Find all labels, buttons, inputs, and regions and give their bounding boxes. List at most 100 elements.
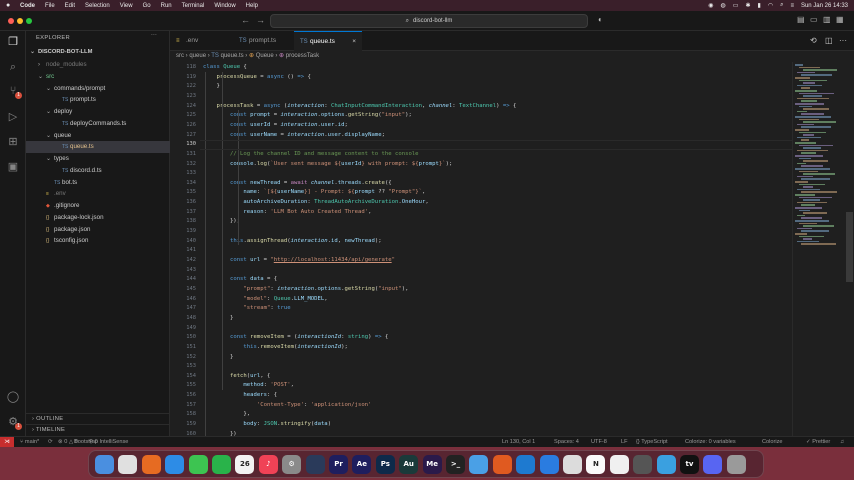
eol-status[interactable]: LF [621,437,628,447]
indentation-status[interactable]: Spaces: 4 [554,437,579,447]
split-editor-icon[interactable]: ◫ [825,36,833,45]
breadcrumb-item[interactable]: queue [189,53,206,59]
back-arrow-icon[interactable]: ← [241,15,250,25]
tab-queue-ts[interactable]: TS queue.ts × [294,31,362,51]
code-line[interactable]: body: JSON.stringify(data) [203,420,331,430]
tab-env[interactable]: ≡ .env [170,31,230,51]
tree-item-package-lock-json[interactable]: {} package-lock.json [26,212,170,224]
menu-view[interactable]: View [120,3,133,9]
search-icon[interactable]: ⌕ [780,2,783,9]
breadcrumb-item[interactable]: src [176,53,184,59]
davinci-icon[interactable] [305,455,325,474]
code-line[interactable]: method: 'POST', [203,381,294,391]
code-line[interactable]: processTask = async (interaction: ChatIn… [203,102,516,112]
workspace-root[interactable]: ⌄ DISCORD-BOT-LLM [26,47,170,59]
apple-menu-icon[interactable]: ● [6,2,14,9]
code-line[interactable]: } [203,353,233,363]
source-control-icon[interactable]: ⑂ 1 [5,83,22,99]
zoom-window-button[interactable] [26,18,32,24]
battery-icon[interactable]: ▮ [758,2,761,9]
photoshop-icon[interactable]: Ps [375,455,395,474]
close-tab-icon[interactable]: × [352,32,356,52]
code-line[interactable]: }, [203,410,250,420]
vscode-icon[interactable] [516,455,536,474]
textedit-icon[interactable] [609,455,629,474]
code-line[interactable]: processQueue = async () => { [203,73,310,83]
extension-status[interactable]: Bootstrap IntelliSense [74,437,128,447]
colorize-toggle[interactable]: Colorize [762,437,783,447]
sync-status[interactable]: ⟳ [48,437,53,447]
wechat-icon[interactable]: ◍ [721,2,726,9]
tree-item-src[interactable]: ⌄ src [26,71,170,83]
menu-help[interactable]: Help [246,3,258,9]
menu-window[interactable]: Window [214,3,235,9]
account-icon[interactable]: ◯ [5,389,21,405]
tree-item--env[interactable]: ≡ .env [26,188,170,200]
premiere-icon[interactable]: Pr [329,455,348,474]
toggle-sidebar-icon[interactable]: ▤ [797,15,805,24]
menu-run[interactable]: Run [161,3,172,9]
tree-item-package-json[interactable]: {} package.json [26,224,170,236]
breadcrumb-item[interactable]: Queue [256,53,274,59]
tree-item--gitignore[interactable]: ◆ .gitignore [26,200,170,212]
code-line[interactable]: const userName = interaction.user.displa… [203,131,385,141]
code-line[interactable]: reason: 'LLM Bot Auto Created Thread', [203,208,371,218]
customize-layout-icon[interactable]: ▦ [836,15,844,24]
wifi-icon[interactable]: ◠ [768,2,773,9]
notifications-bell-icon[interactable]: ♫ [840,437,844,447]
breadcrumb-item[interactable]: processTask [286,53,319,59]
command-center[interactable]: ⌕ discord-bot-llm [270,14,588,28]
media-encoder-icon[interactable]: Me [422,455,442,474]
audition-icon[interactable]: Au [399,455,419,474]
discord-icon[interactable] [703,455,723,474]
firefox-icon[interactable] [141,455,161,474]
calendar-icon[interactable]: 26 [235,455,255,474]
extensions-icon[interactable]: ⊞ [5,134,21,150]
tree-item-node-modules[interactable]: › node_modules [26,59,170,71]
code-line[interactable]: "prompt": interaction.options.getString(… [203,285,408,295]
control-center-icon[interactable]: ≡ [790,3,794,9]
safari-icon[interactable] [165,455,185,474]
facetime-icon[interactable] [212,455,231,474]
tree-item-prompt-ts[interactable]: TS prompt.ts [26,94,170,106]
calculator-icon[interactable] [633,455,653,474]
trash-icon[interactable] [726,455,746,474]
tab-prompt-ts[interactable]: TS prompt.ts [233,31,303,51]
tree-item-bot-ts[interactable]: TS bot.ts [26,177,170,189]
prettier-status[interactable]: ✓ Prettier [806,437,830,447]
code-line[interactable]: 'Content-Type': 'application/json' [203,401,372,411]
music-icon[interactable]: ♪ [258,455,278,474]
tree-item-deploycommands-ts[interactable]: TS deployCommands.ts [26,118,170,130]
explorer-icon[interactable]: ❐ [5,34,21,50]
code-line[interactable]: autoArchiveDuration: ThreadAutoArchiveDu… [203,198,428,208]
settings-icon[interactable]: ⚙ [282,455,302,474]
run-debug-icon[interactable]: ▷ [5,109,21,125]
code-line[interactable]: const newThread = await channel.threads.… [203,179,392,189]
tree-item-types[interactable]: ⌄ types [26,153,170,165]
tree-item-queue[interactable]: ⌄ queue [26,130,170,142]
cursor-position[interactable]: Ln 130, Col 1 [502,437,535,447]
scrollbar-thumb[interactable] [846,212,853,282]
encoding-status[interactable]: UTF-8 [591,437,607,447]
remote-indicator-icon[interactable]: ⋊ [0,437,14,447]
terminal-icon[interactable]: >_ [446,455,465,474]
code-line[interactable]: this.assignThread(interaction.id, newThr… [203,237,382,247]
close-window-button[interactable] [8,18,14,24]
screen-icon[interactable]: ▭ [733,2,739,9]
code-line[interactable]: "stream": true [203,304,290,314]
tree-item-tsconfig-json[interactable]: {} tsconfig.json [26,235,170,247]
menu-go[interactable]: Go [143,3,151,9]
code-line[interactable]: class Queue { [203,63,247,73]
code-line[interactable]: const removeItem = (interactionId: strin… [203,333,388,343]
toggle-panel-icon[interactable]: ▭ [810,15,818,24]
menu-app[interactable]: Code [20,3,35,9]
minimize-window-button[interactable] [17,18,23,24]
search-icon[interactable]: ⌕ [5,59,21,75]
vertical-scrollbar[interactable] [845,62,854,436]
code-line[interactable]: const url = "http://localhost:11434/api/… [203,256,395,266]
manage-gear-icon[interactable]: ⚙ 1 [5,414,22,430]
branch-status[interactable]: ⑂ main* [20,437,39,447]
more-actions-icon[interactable]: ··· [151,31,157,38]
code-line[interactable]: this.removeItem(interactionId); [203,343,347,353]
menu-selection[interactable]: Selection [85,3,110,9]
